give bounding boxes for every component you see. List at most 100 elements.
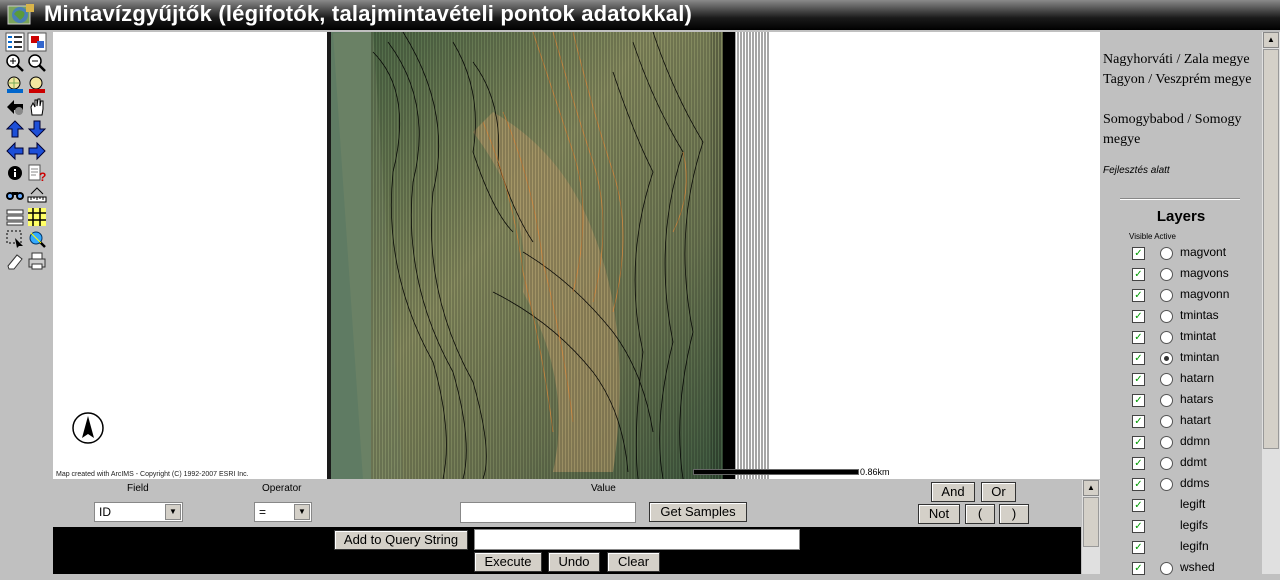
layer-row-tmintas: ✓ tmintas [1100, 307, 1262, 328]
value-label: Value [591, 483, 616, 494]
layer-name: tmintat [1180, 329, 1217, 343]
layer-row-ddmt: ✓ ddmt [1100, 454, 1262, 475]
right-panel: Nagyhorváti / Zala megye Tagyon / Veszpr… [1100, 32, 1262, 575]
zoom-active-icon[interactable] [27, 75, 47, 95]
layer-visible-checkbox[interactable]: ✓ [1132, 478, 1145, 491]
layer-active-radio[interactable] [1160, 394, 1173, 407]
layer-visible-checkbox[interactable]: ✓ [1132, 352, 1145, 365]
print-icon[interactable] [27, 251, 47, 271]
map-copyright: Map created with ArcIMS - Copyright (C) … [56, 471, 249, 478]
layer-visible-checkbox[interactable]: ✓ [1132, 331, 1145, 344]
layer-active-radio[interactable] [1160, 562, 1173, 575]
place-link-tagyon[interactable]: Tagyon / Veszprém megye [1103, 70, 1261, 90]
not-button[interactable]: Not [918, 504, 960, 524]
layer-visible-checkbox[interactable]: ✓ [1132, 415, 1145, 428]
layer-name: hatarn [1180, 371, 1215, 385]
execute-button[interactable]: Execute [474, 552, 542, 572]
title-bar: Mintavízgyűjtők (légifotók, talajmintavé… [0, 0, 1280, 30]
layer-visible-checkbox[interactable]: ✓ [1132, 499, 1145, 512]
layer-visible-checkbox[interactable]: ✓ [1132, 436, 1145, 449]
layer-visible-checkbox[interactable]: ✓ [1132, 394, 1145, 407]
place-link-nagyhorvati[interactable]: Nagyhorváti / Zala megye [1103, 50, 1261, 70]
scroll-thumb[interactable] [1083, 497, 1099, 547]
scroll-thumb[interactable] [1263, 49, 1279, 449]
layer-name: tmintas [1180, 308, 1219, 322]
layer-row-hatarn: ✓ hatarn [1100, 370, 1262, 391]
add-to-query-button[interactable]: Add to Query String [334, 530, 468, 550]
globe-logo-icon [7, 4, 34, 25]
layer-active-radio[interactable] [1160, 415, 1173, 428]
scroll-up-arrow-icon[interactable]: ▲ [1083, 480, 1099, 496]
query-icon[interactable]: ? [27, 163, 47, 183]
back-icon[interactable] [5, 97, 25, 117]
zoom-selection-icon[interactable] [27, 229, 47, 249]
north-arrow-icon [72, 412, 104, 444]
identify-icon[interactable] [5, 163, 25, 183]
layer-name: ddmn [1180, 434, 1211, 448]
pan-icon[interactable] [27, 97, 47, 117]
dev-note: Fejlesztés alatt [1103, 165, 1170, 176]
get-samples-button[interactable]: Get Samples [649, 502, 747, 522]
pan-right-icon[interactable] [27, 141, 47, 161]
zoom-in-icon[interactable] [5, 53, 25, 73]
layer-visible-checkbox[interactable]: ✓ [1132, 562, 1145, 575]
clear-button[interactable]: Clear [607, 552, 660, 572]
scroll-up-arrow-icon[interactable]: ▲ [1263, 32, 1279, 48]
legend-icon[interactable] [5, 32, 25, 52]
operator-select[interactable]: = ▼ [254, 502, 312, 522]
layer-name: ddms [1180, 476, 1210, 490]
layer-row-ddms: ✓ ddms [1100, 475, 1262, 496]
zoom-full-icon[interactable] [5, 75, 25, 95]
measure-icon[interactable] [27, 185, 47, 205]
place-link-somogybabod[interactable]: Somogybabod / Somogy megye [1103, 110, 1261, 150]
layer-name: hatart [1180, 413, 1211, 427]
layer-visible-checkbox[interactable]: ✓ [1132, 247, 1145, 260]
layer-active-radio[interactable] [1160, 373, 1173, 386]
layer-active-radio[interactable] [1160, 247, 1173, 260]
layer-visible-checkbox[interactable]: ✓ [1132, 520, 1145, 533]
layer-active-radio[interactable] [1160, 310, 1173, 323]
layer-active-radio[interactable] [1160, 268, 1173, 281]
map-view[interactable]: Map created with ArcIMS - Copyright (C) … [53, 32, 1100, 479]
overview-icon[interactable] [27, 32, 47, 52]
open-paren-button[interactable]: ( [965, 504, 995, 524]
visible-active-label: Visible Active [1129, 232, 1176, 241]
field-select[interactable]: ID ▼ [94, 502, 183, 522]
query-scrollbar[interactable]: ▲ [1082, 480, 1100, 574]
value-input[interactable] [460, 502, 636, 523]
right-scrollbar[interactable]: ▲ [1262, 32, 1280, 574]
undo-button[interactable]: Undo [548, 552, 600, 572]
layer-visible-checkbox[interactable]: ✓ [1132, 457, 1145, 470]
find-icon[interactable] [5, 185, 25, 205]
close-paren-button[interactable]: ) [999, 504, 1029, 524]
layer-row-magvons: ✓ magvons [1100, 265, 1262, 286]
pan-down-icon[interactable] [27, 119, 47, 139]
and-button[interactable]: And [931, 482, 975, 502]
query-string-input[interactable] [474, 529, 800, 550]
layer-row-magvonn: ✓ magvonn [1100, 286, 1262, 307]
layer-active-radio[interactable] [1160, 289, 1173, 302]
layer-name: legifn [1180, 539, 1209, 553]
select-rect-icon[interactable] [5, 207, 25, 227]
layer-visible-checkbox[interactable]: ✓ [1132, 310, 1145, 323]
layer-active-radio[interactable] [1160, 478, 1173, 491]
layer-active-radio[interactable] [1160, 457, 1173, 470]
tool-palette: ? [0, 30, 52, 574]
clear-icon[interactable] [5, 251, 25, 271]
select-icon[interactable] [5, 229, 25, 249]
buffer-icon[interactable] [27, 207, 47, 227]
field-select-value: ID [99, 505, 111, 519]
layer-active-radio[interactable] [1160, 352, 1173, 365]
pan-left-icon[interactable] [5, 141, 25, 161]
layer-row-tmintan: ✓ tmintan [1100, 349, 1262, 370]
pan-up-icon[interactable] [5, 119, 25, 139]
layer-active-radio[interactable] [1160, 331, 1173, 344]
query-string-panel: Add to Query String Execute Undo Clear [53, 527, 1081, 574]
zoom-out-icon[interactable] [27, 53, 47, 73]
layer-visible-checkbox[interactable]: ✓ [1132, 541, 1145, 554]
layer-visible-checkbox[interactable]: ✓ [1132, 289, 1145, 302]
or-button[interactable]: Or [981, 482, 1016, 502]
layer-visible-checkbox[interactable]: ✓ [1132, 268, 1145, 281]
layer-active-radio[interactable] [1160, 436, 1173, 449]
layer-visible-checkbox[interactable]: ✓ [1132, 373, 1145, 386]
